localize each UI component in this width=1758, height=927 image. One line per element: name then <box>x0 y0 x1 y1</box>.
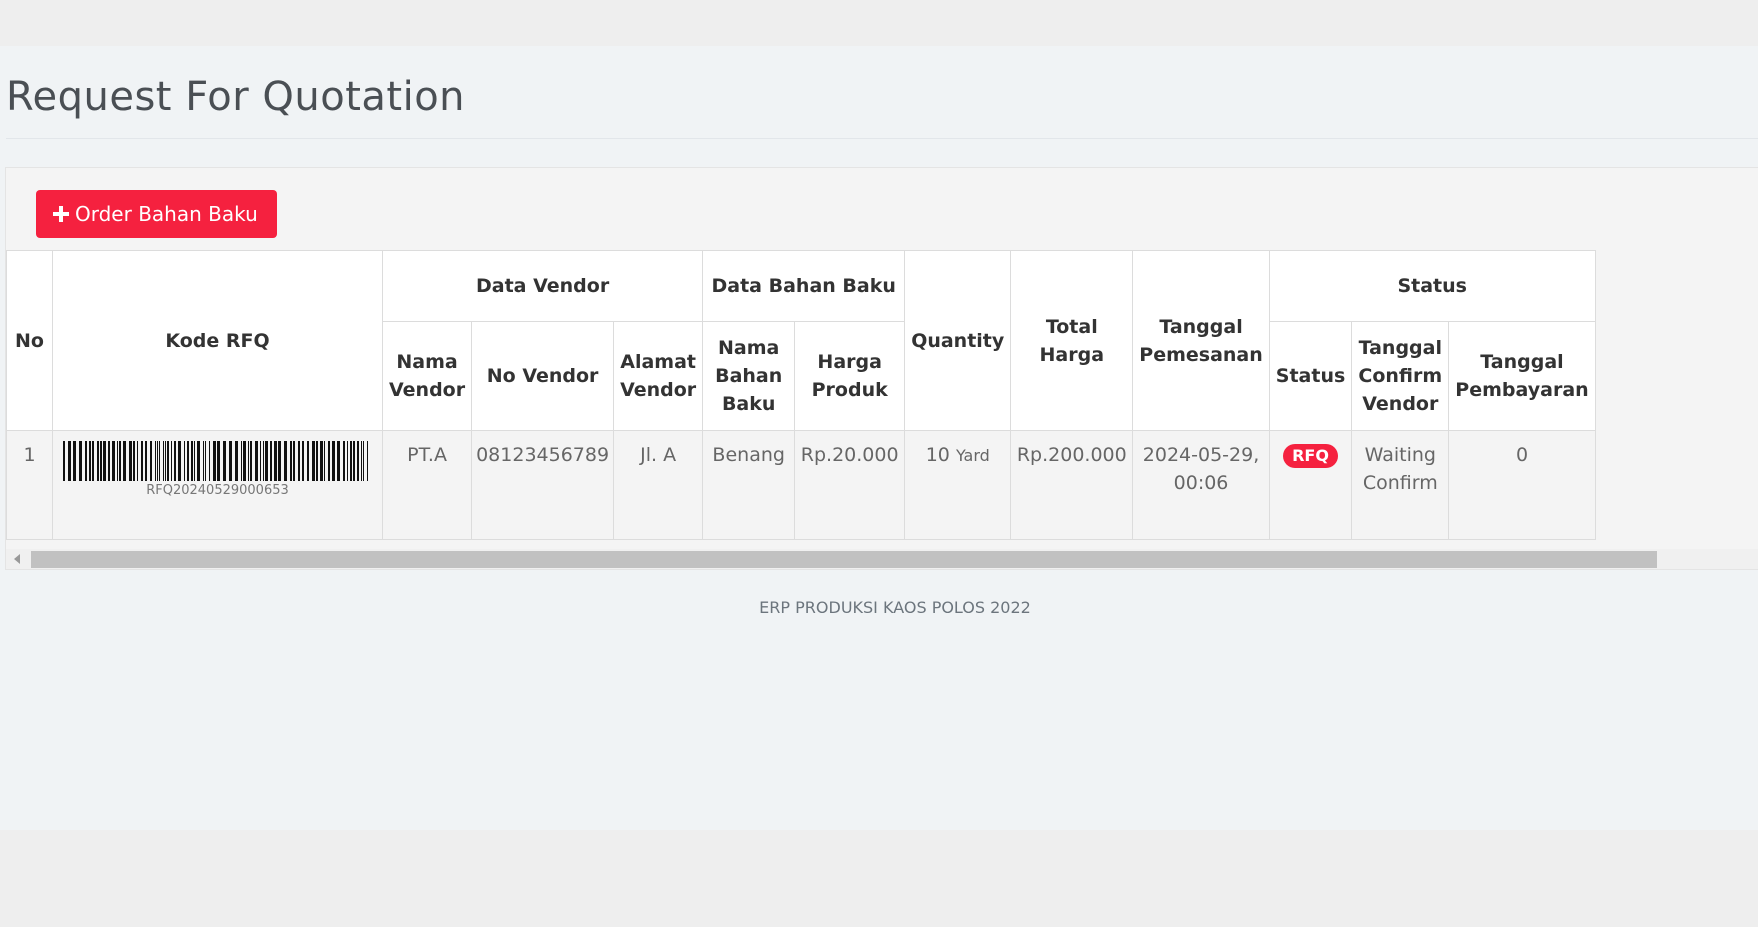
horizontal-scrollbar[interactable] <box>6 549 1758 569</box>
scroll-left-icon[interactable] <box>14 554 20 564</box>
rfq-panel: Order Bahan Baku No Kode RFQ Data Vendor… <box>5 167 1758 570</box>
cell-tanggal-confirm: Waiting Confirm <box>1351 430 1450 540</box>
content-area: Request For Quotation Order Bahan Baku N… <box>0 46 1758 830</box>
header-total-harga: Total Harga <box>1010 250 1134 431</box>
header-quantity: Quantity <box>904 250 1012 431</box>
header-data-vendor: Data Vendor <box>381 250 704 322</box>
header-no: No <box>6 250 53 431</box>
header-alamat-vendor: Alamat Vendor <box>613 321 704 431</box>
barcode-text: RFQ20240529000653 <box>146 483 289 498</box>
header-tanggal-pembayaran: Tanggal Pembayaran <box>1448 321 1596 431</box>
plus-icon <box>53 206 69 222</box>
status-badge: RFQ <box>1283 444 1338 468</box>
rfq-table: No Kode RFQ Data Vendor Data Bahan Baku … <box>6 250 1596 540</box>
title-divider <box>6 138 1758 139</box>
header-tanggal-pemesanan: Tanggal Pemesanan <box>1132 250 1270 431</box>
header-data-bahan-baku: Data Bahan Baku <box>702 250 906 322</box>
quantity-unit: Yard <box>955 446 990 465</box>
header-no-vendor: No Vendor <box>471 321 615 431</box>
header-tanggal-confirm-vendor: Tanggal Confirm Vendor <box>1351 321 1450 431</box>
cell-no: 1 <box>6 430 53 540</box>
quantity-value: 10 <box>925 444 950 466</box>
header-status: Status <box>1268 321 1353 431</box>
cell-tanggal-pembayaran: 0 <box>1448 430 1596 540</box>
header-status-group: Status <box>1268 250 1596 322</box>
order-button-label: Order Bahan Baku <box>75 202 258 226</box>
header-nama-vendor: Nama Vendor <box>381 321 473 431</box>
barcode-image <box>62 441 368 481</box>
cell-status: RFQ <box>1268 430 1353 540</box>
page-title: Request For Quotation <box>6 74 466 120</box>
footer-text: ERP PRODUKSI KAOS POLOS 2022 <box>759 598 1031 617</box>
cell-tanggal-pemesanan: 2024-05-29, 00:06 <box>1132 430 1270 540</box>
cell-alamat-vendor: Jl. A <box>613 430 704 540</box>
header-nama-bahan-baku: Nama Bahan Baku <box>702 321 796 431</box>
table-row: 1 RFQ20240529000653 PT.A 08123456789 Jl.… <box>6 430 1596 540</box>
header-kode-rfq: Kode RFQ <box>52 250 383 431</box>
cell-quantity: 10 Yard <box>904 430 1012 540</box>
cell-nama-vendor: PT.A <box>381 430 473 540</box>
scrollbar-thumb[interactable] <box>31 551 1657 568</box>
cell-total-harga: Rp.200.000 <box>1010 430 1134 540</box>
order-bahan-baku-button[interactable]: Order Bahan Baku <box>36 190 277 238</box>
cell-nama-bahan: Benang <box>702 430 796 540</box>
cell-no-vendor: 08123456789 <box>471 430 615 540</box>
header-harga-produk: Harga Produk <box>794 321 906 431</box>
cell-kode-rfq: RFQ20240529000653 <box>52 430 383 540</box>
cell-harga-produk: Rp.20.000 <box>794 430 906 540</box>
